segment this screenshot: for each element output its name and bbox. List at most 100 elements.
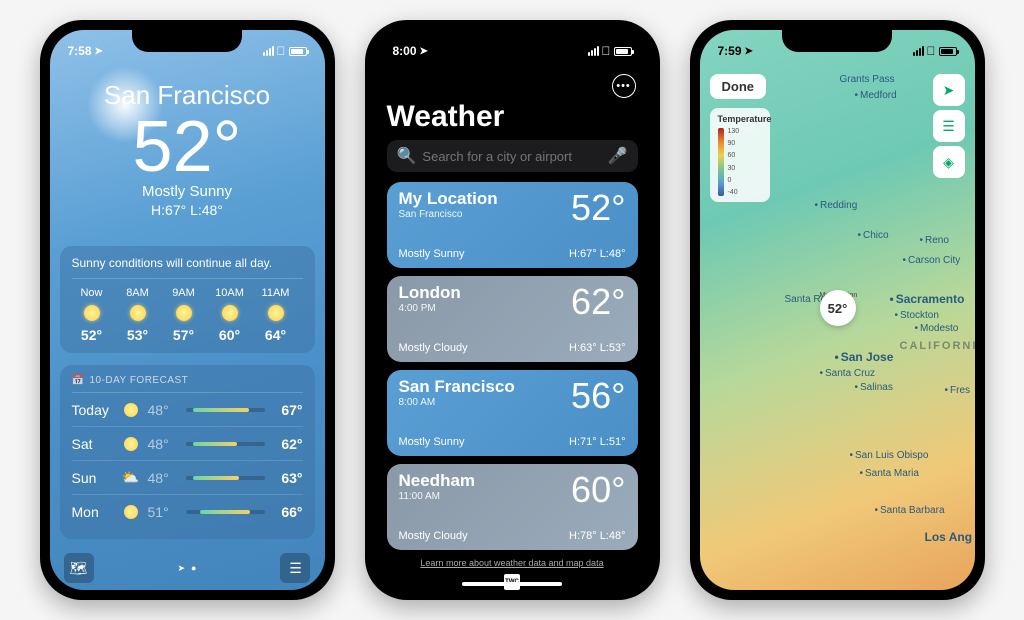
- search-input[interactable]: [422, 149, 601, 164]
- day-low: 51°: [148, 504, 178, 520]
- pin-temp: 52°: [828, 301, 848, 316]
- city-card[interactable]: Needham11:00 AM60°Mostly CloudyH:78° L:4…: [387, 464, 638, 550]
- city-card-name: London: [399, 284, 461, 303]
- city-card-temp: 56°: [571, 378, 625, 414]
- sun-icon: [122, 435, 140, 453]
- city-card-temp: 60°: [571, 472, 625, 508]
- map-city-label: Redding: [815, 200, 858, 211]
- hour-temp: 52°: [81, 327, 102, 343]
- temperature-legend: Temperature 1309060300-40: [710, 108, 770, 202]
- city-card-hilo: H:71° L:51°: [569, 436, 626, 448]
- home-indicator[interactable]: [462, 582, 562, 586]
- mic-icon[interactable]: 🎤: [608, 146, 628, 166]
- map-button[interactable]: 🗺: [64, 553, 94, 583]
- map-city-label: Reno: [920, 235, 949, 246]
- hourly-item: 8AM53°: [118, 287, 158, 343]
- day-high: 63°: [273, 470, 303, 486]
- wifi-icon: 􀙇: [277, 44, 286, 58]
- city-card-hilo: H:67° L:48°: [569, 248, 626, 260]
- tenday-card[interactable]: 📅 10-DAY FORECAST Today48°67°Sat48°62°Su…: [60, 365, 315, 539]
- sun-icon: [122, 503, 140, 521]
- hourly-item: 9AM57°: [164, 287, 204, 343]
- wifi-icon: 􀙇: [602, 44, 611, 58]
- city-card[interactable]: London4:00 PM62°Mostly CloudyH:63° L:53°: [387, 276, 638, 362]
- layers-button[interactable]: ◈: [933, 146, 965, 178]
- map-city-label: Santa Cruz: [820, 368, 876, 379]
- map-city-label: Santa Maria: [860, 468, 919, 479]
- location-arrow-icon: ➤: [943, 82, 955, 99]
- clock: 7:59: [718, 44, 742, 58]
- map-city-label: Fres: [945, 385, 971, 396]
- current-condition: Mostly Sunny: [50, 183, 325, 200]
- signal-icon: [263, 46, 274, 56]
- hour-label: 8AM: [126, 287, 149, 299]
- city-card-condition: Mostly Sunny: [399, 436, 465, 448]
- day-row[interactable]: Sun⛅48°63°: [72, 461, 303, 495]
- legend-tick: 30: [728, 165, 740, 172]
- clock: 8:00: [393, 44, 417, 58]
- map-city-label: Chico: [858, 230, 889, 241]
- day-name: Mon: [72, 504, 114, 520]
- location-pin[interactable]: 52° My Location: [820, 290, 858, 299]
- city-card-hilo: H:78° L:48°: [569, 530, 626, 542]
- signal-icon: [588, 46, 599, 56]
- hourly-item: 1265: [302, 287, 303, 343]
- city-card-sub: San Francisco: [399, 209, 498, 220]
- city-card[interactable]: My LocationSan Francisco52°Mostly SunnyH…: [387, 182, 638, 268]
- day-row[interactable]: Sat48°62°: [72, 427, 303, 461]
- day-high: 66°: [273, 504, 303, 520]
- done-button[interactable]: Done: [710, 74, 767, 99]
- battery-icon: [289, 47, 307, 56]
- battery-icon: [939, 47, 957, 56]
- search-field[interactable]: 🔍 🎤: [387, 140, 638, 172]
- city-card-name: Needham: [399, 472, 476, 491]
- map-city-label: San Luis Obispo: [850, 450, 929, 461]
- sun-icon: [84, 305, 100, 321]
- bottom-toolbar: 🗺 ➤ ● ☰: [50, 546, 325, 590]
- day-row[interactable]: Mon 51° 66°: [72, 495, 303, 529]
- hourly-item: Now52°: [72, 287, 112, 343]
- hour-temp: 60°: [219, 327, 240, 343]
- sun-icon: [222, 305, 238, 321]
- map-icon: 🗺: [70, 560, 88, 577]
- city-card-hilo: H:63° L:53°: [569, 342, 626, 354]
- hourly-item: 11AM64°: [256, 287, 296, 343]
- hourly-item: 10AM 60°: [210, 287, 250, 343]
- location-icon: ➤: [420, 46, 428, 57]
- state-label: CALIFORNIA: [900, 340, 975, 352]
- map-city-label: Sacramento: [890, 292, 965, 306]
- map-data-link[interactable]: map data: [566, 558, 604, 568]
- page-indicator[interactable]: ➤ ●: [178, 563, 197, 574]
- tenday-header: 📅 10-DAY FORECAST: [72, 375, 303, 393]
- settings-button[interactable]: ☰: [933, 110, 965, 142]
- hour-label: 11AM: [262, 287, 290, 299]
- hour-label: 10AM: [215, 287, 244, 299]
- calendar-icon: 📅: [72, 375, 85, 386]
- locate-button[interactable]: ➤: [933, 74, 965, 106]
- day-low: 48°: [148, 470, 178, 486]
- legend-tick: 130: [728, 128, 740, 135]
- day-high: 67°: [273, 402, 303, 418]
- map-city-label: Grants Pass: [840, 74, 895, 85]
- attribution-text: Learn more about weather data and map da…: [387, 558, 638, 568]
- options-button[interactable]: •••: [612, 74, 636, 98]
- city-card-sub: 8:00 AM: [399, 397, 515, 408]
- weather-data-link[interactable]: weather data: [494, 558, 546, 568]
- hourly-card[interactable]: Sunny conditions will continue all day. …: [60, 246, 315, 353]
- location-icon: ➤: [95, 46, 103, 57]
- list-button[interactable]: ☰: [280, 553, 310, 583]
- temp-range-bar: [186, 476, 265, 480]
- sun-icon: [176, 305, 192, 321]
- search-icon: 🔍: [397, 146, 417, 166]
- sun-icon: [122, 401, 140, 419]
- map-city-label: Medford: [855, 90, 897, 101]
- map-city-label: Modesto: [915, 323, 959, 334]
- city-card[interactable]: San Francisco8:00 AM56°Mostly SunnyH:71°…: [387, 370, 638, 456]
- map-city-label: San Jose: [835, 350, 894, 364]
- day-row[interactable]: Today48°67°: [72, 393, 303, 427]
- day-name: Sat: [72, 436, 114, 452]
- temp-range-bar: [186, 510, 265, 514]
- map-city-label: Salinas: [855, 382, 893, 393]
- sun-icon: [268, 305, 284, 321]
- city-card-condition: Mostly Cloudy: [399, 530, 468, 542]
